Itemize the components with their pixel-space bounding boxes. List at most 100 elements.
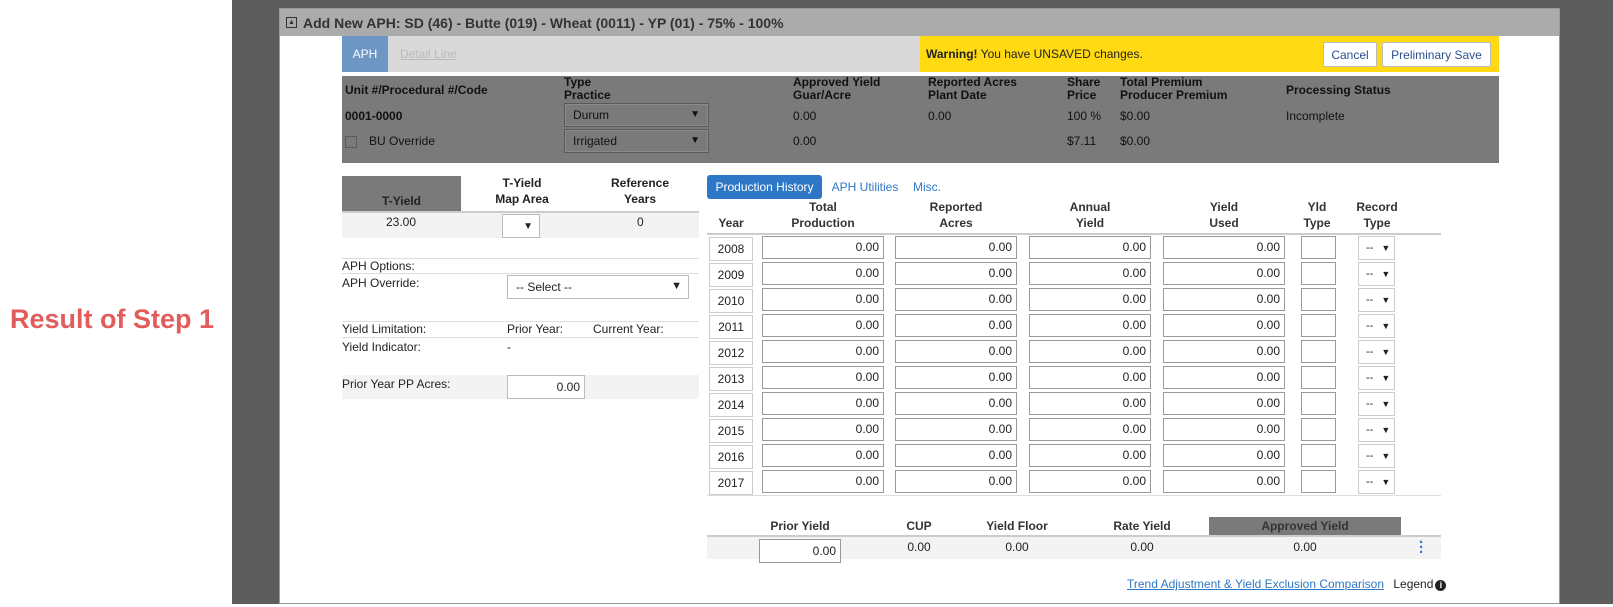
record-type-select[interactable]: -- ▼ xyxy=(1358,340,1395,364)
record-type-select[interactable]: -- ▼ xyxy=(1358,418,1395,442)
reference-years-header: Reference Years xyxy=(597,175,683,207)
annual-yield-input[interactable]: 0.00 xyxy=(1029,444,1151,467)
annual-yield-input[interactable]: 0.00 xyxy=(1029,288,1151,311)
total-production-input[interactable]: 0.00 xyxy=(762,262,884,285)
prior-yield-header: Prior Yield xyxy=(770,519,830,533)
total-production-input[interactable]: 0.00 xyxy=(762,418,884,441)
total-line2: Production xyxy=(791,216,855,230)
annual-yield-input[interactable]: 0.00 xyxy=(1029,418,1151,441)
total-production-input[interactable]: 0.00 xyxy=(762,314,884,337)
trend-adjustment-link[interactable]: Trend Adjustment & Yield Exclusion Compa… xyxy=(1127,577,1384,591)
prior-pp-acres-input[interactable]: 0.00 xyxy=(507,375,585,399)
reported-acres-input[interactable]: 0.00 xyxy=(895,392,1017,415)
yld-type-input[interactable] xyxy=(1301,262,1336,285)
record-type-select[interactable]: -- ▼ xyxy=(1358,314,1395,338)
record-type-select[interactable]: -- ▼ xyxy=(1358,262,1395,286)
total-production-input[interactable]: 0.00 xyxy=(762,366,884,389)
preliminary-save-button[interactable]: Preliminary Save xyxy=(1382,42,1491,67)
aph-override-select[interactable]: -- Select -- ▼ xyxy=(507,275,689,299)
reported-acres-input[interactable]: 0.00 xyxy=(895,366,1017,389)
record-type-select[interactable]: -- ▼ xyxy=(1358,288,1395,312)
type-dropdown[interactable]: Durum ▼ xyxy=(564,103,709,127)
yield-used-input[interactable]: 0.00 xyxy=(1163,366,1285,389)
cup-value: 0.00 xyxy=(907,540,931,554)
annual-yield-input[interactable]: 0.00 xyxy=(1029,262,1151,285)
step-label: Result of Step 1 xyxy=(10,304,215,334)
price-value: $7.11 xyxy=(1067,134,1097,148)
annual-yield-header: Annual Yield xyxy=(1029,199,1151,231)
prior-yield-input[interactable]: 0.00 xyxy=(759,539,841,563)
yld-type-input[interactable] xyxy=(1301,444,1336,467)
annual-yield-input[interactable]: 0.00 xyxy=(1029,470,1151,493)
yield-used-input[interactable]: 0.00 xyxy=(1163,262,1285,285)
prior-pp-acres-label: Prior Year PP Acres: xyxy=(342,377,451,391)
yield-used-input[interactable]: 0.00 xyxy=(1163,470,1285,493)
yield-used-input[interactable]: 0.00 xyxy=(1163,340,1285,363)
tab-aph-utilities[interactable]: APH Utilities xyxy=(827,175,903,199)
annual-yield-input[interactable]: 0.00 xyxy=(1029,366,1151,389)
reported-acres-input[interactable]: 0.00 xyxy=(895,470,1017,493)
total-production-input[interactable]: 0.00 xyxy=(762,288,884,311)
tab-production-history[interactable]: Production History xyxy=(707,175,822,199)
map-area-select[interactable]: ▼ xyxy=(502,214,540,238)
map-area-line1: T-Yield xyxy=(502,176,542,190)
record-type-select[interactable]: -- ▼ xyxy=(1358,366,1395,390)
record-type-select[interactable]: -- ▼ xyxy=(1358,470,1395,494)
record-type-select[interactable]: -- ▼ xyxy=(1358,392,1395,416)
practice-dropdown[interactable]: Irrigated ▼ xyxy=(564,129,709,153)
modal-header: ▲ Add New APH: SD (46) - Butte (019) - W… xyxy=(280,9,1559,36)
t-yield-header: T-Yield xyxy=(342,176,461,211)
table-row: 2012 0.00 0.00 0.00 0.00 -- ▼ xyxy=(707,339,1441,366)
yld-type-input[interactable] xyxy=(1301,236,1336,259)
divider xyxy=(342,337,699,338)
legend-button[interactable]: Legend i xyxy=(1393,577,1447,591)
unsaved-warning-bar: Warning! You have UNSAVED changes. Cance… xyxy=(920,36,1499,72)
total-production-input[interactable]: 0.00 xyxy=(762,236,884,259)
yld-type-input[interactable] xyxy=(1301,314,1336,337)
more-options-icon[interactable]: · · · xyxy=(1419,535,1424,560)
reported-acres-input[interactable]: 0.00 xyxy=(895,314,1017,337)
record-type-select[interactable]: -- ▼ xyxy=(1358,236,1395,260)
reported-line1: Reported xyxy=(929,200,983,214)
annual-yield-input[interactable]: 0.00 xyxy=(1029,392,1151,415)
reported-acres-input[interactable]: 0.00 xyxy=(895,340,1017,363)
total-production-input[interactable]: 0.00 xyxy=(762,470,884,493)
reported-acres-input[interactable]: 0.00 xyxy=(895,444,1017,467)
record-type-value: -- xyxy=(1366,424,1374,436)
annual-yield-input[interactable]: 0.00 xyxy=(1029,236,1151,259)
annual-yield-input[interactable]: 0.00 xyxy=(1029,314,1151,337)
year-cell: 2009 xyxy=(709,263,753,287)
yield-used-input[interactable]: 0.00 xyxy=(1163,236,1285,259)
yld-type-input[interactable] xyxy=(1301,288,1336,311)
yld-type-input[interactable] xyxy=(1301,340,1336,363)
unit-value: 0001-0000 xyxy=(345,109,403,123)
yield-used-input[interactable]: 0.00 xyxy=(1163,418,1285,441)
yld-type-input[interactable] xyxy=(1301,366,1336,389)
chevron-down-icon: ▼ xyxy=(1381,243,1391,253)
bu-override-checkbox[interactable] xyxy=(345,136,357,148)
total-line1: Total xyxy=(809,200,837,214)
yield-used-input[interactable]: 0.00 xyxy=(1163,288,1285,311)
total-production-input[interactable]: 0.00 xyxy=(762,340,884,363)
chevron-down-icon: ▼ xyxy=(523,220,533,232)
yld-type-input[interactable] xyxy=(1301,392,1336,415)
reported-acres-input[interactable]: 0.00 xyxy=(895,418,1017,441)
annual-yield-input[interactable]: 0.00 xyxy=(1029,340,1151,363)
yld-type-input[interactable] xyxy=(1301,470,1336,493)
yld-type-input[interactable] xyxy=(1301,418,1336,441)
yield-used-input[interactable]: 0.00 xyxy=(1163,392,1285,415)
cancel-button[interactable]: Cancel xyxy=(1323,42,1377,67)
reported-acres-input[interactable]: 0.00 xyxy=(895,288,1017,311)
yield-used-input[interactable]: 0.00 xyxy=(1163,444,1285,467)
reported-acres-input[interactable]: 0.00 xyxy=(895,236,1017,259)
tab-detail-line[interactable]: Detail Line xyxy=(400,47,457,61)
aph-override-value: -- Select -- xyxy=(516,280,573,294)
reported-acres-input[interactable]: 0.00 xyxy=(895,262,1017,285)
total-production-input[interactable]: 0.00 xyxy=(762,392,884,415)
collapse-icon[interactable]: ▲ xyxy=(286,17,297,28)
record-type-select[interactable]: -- ▼ xyxy=(1358,444,1395,468)
yield-used-input[interactable]: 0.00 xyxy=(1163,314,1285,337)
total-production-input[interactable]: 0.00 xyxy=(762,444,884,467)
tab-misc[interactable]: Misc. xyxy=(907,175,947,199)
tab-aph[interactable]: APH xyxy=(342,36,388,72)
